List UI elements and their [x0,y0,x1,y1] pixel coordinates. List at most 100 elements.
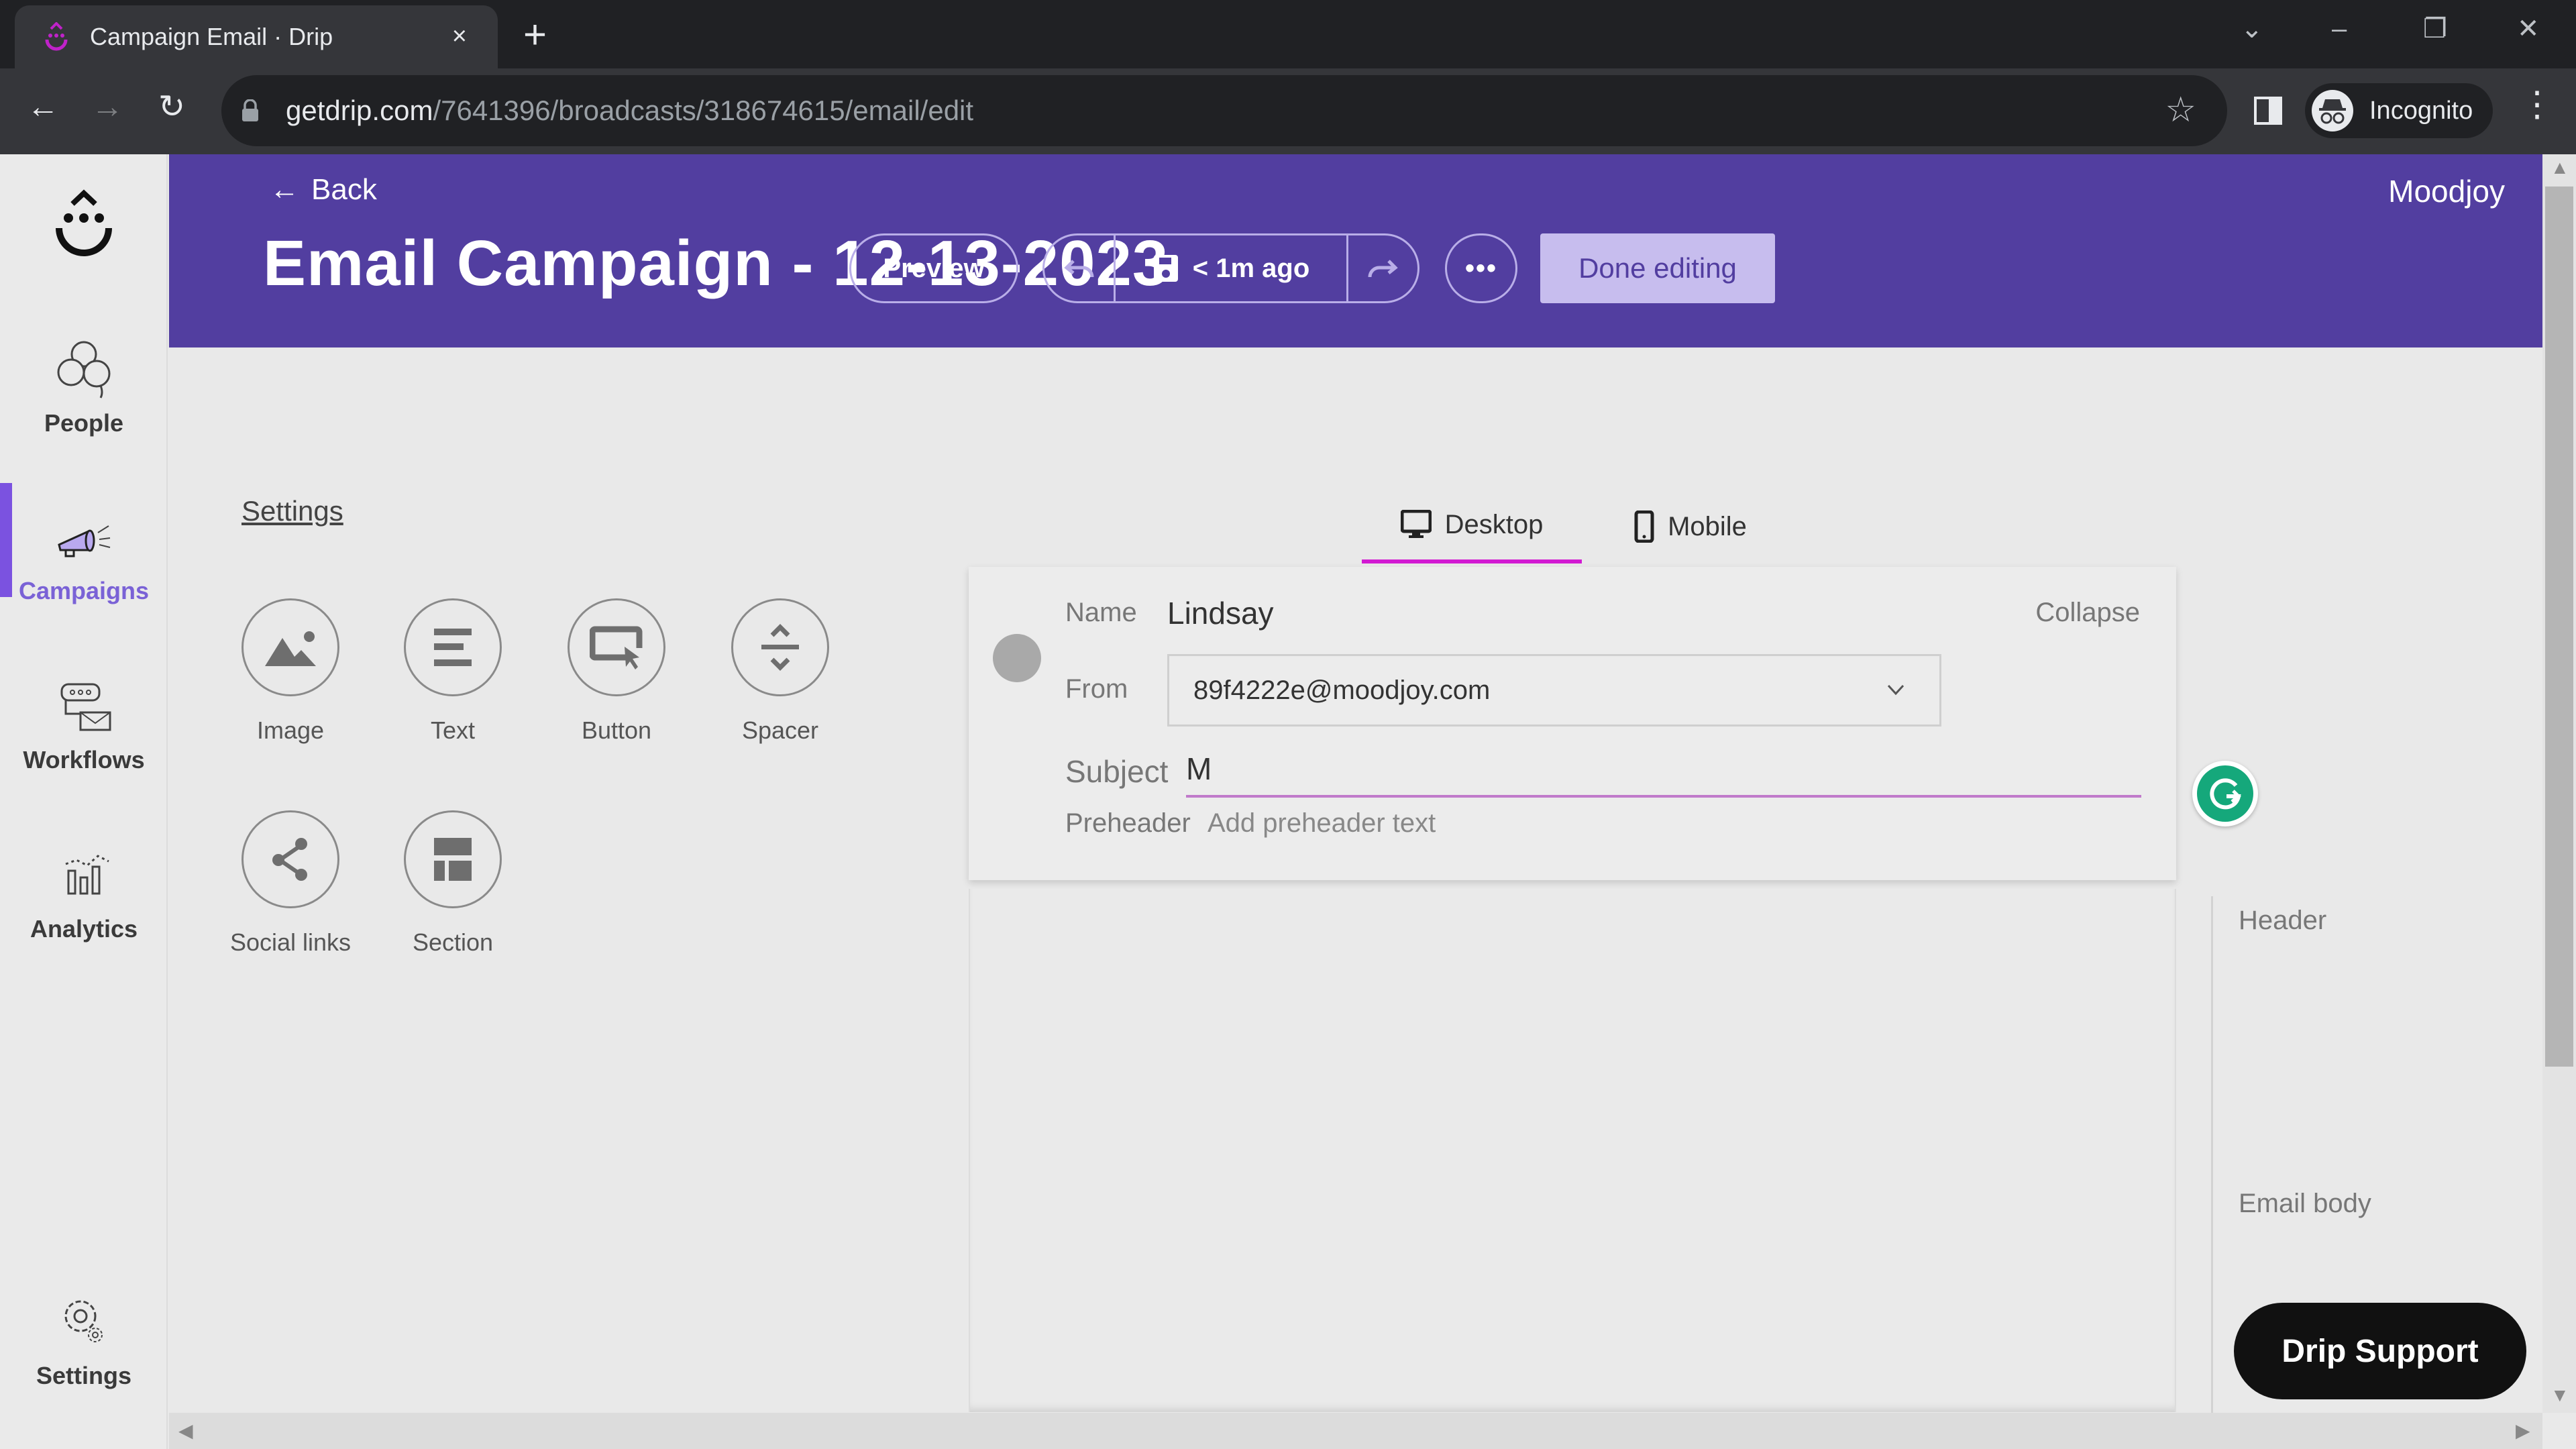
outline-item-header[interactable]: Header [2239,906,2326,936]
scroll-left-icon[interactable]: ◀ [178,1419,193,1442]
preheader-label: Preheader [1065,808,1191,838]
outline-item-email-body[interactable]: Email body [2239,1189,2371,1219]
mobile-icon [1634,511,1654,543]
horizontal-scrollbar[interactable]: ◀ ▶ [169,1413,2542,1449]
subject-input[interactable] [1186,743,2141,798]
grammarly-button[interactable] [2192,761,2258,826]
more-options-button[interactable]: ••• [1445,233,1517,303]
incognito-icon [2312,90,2353,131]
grammarly-icon [2210,778,2241,810]
sidebar-item-campaigns[interactable]: Campaigns [0,503,168,605]
sidebar-item-label: People [44,409,124,437]
undo-icon [1063,260,1094,278]
sidebar-active-indicator [0,483,12,597]
sidebar-item-label: Campaigns [18,577,150,604]
browser-tab[interactable]: Campaign Email · Drip × [15,5,498,68]
element-label: Text [430,716,476,744]
account-name[interactable]: Moodjoy [2388,173,2505,209]
sender-name-value[interactable]: Lindsay [1167,595,1274,631]
email-canvas[interactable] [969,889,2176,1412]
tab-search-icon[interactable]: ⌄ [2241,12,2263,46]
tab-label: Mobile [1668,511,1747,541]
side-panel-icon[interactable] [2253,95,2284,126]
button-icon [590,626,643,669]
back-link[interactable]: ← Back [270,173,377,207]
scroll-up-icon[interactable]: ▲ [2551,157,2569,178]
vertical-scrollbar-thumb[interactable] [2545,186,2573,1067]
element-label: Button [581,716,652,744]
history-button-group: < 1m ago [1042,233,1419,303]
element-text[interactable]: Text [402,598,503,745]
bookmark-star-icon[interactable]: ☆ [2165,91,2196,129]
element-label: Section [412,928,494,956]
chevron-down-icon [1887,684,1904,696]
undo-button[interactable] [1044,235,1114,301]
drip-support-button[interactable]: Drip Support [2234,1303,2526,1399]
name-label: Name [1065,598,1137,627]
megaphone-icon [58,525,111,557]
tab-label: Desktop [1444,509,1544,539]
back-label: Back [311,173,377,206]
page-header: ← Back Email Campaign - 12-13-2023 Moodj… [169,154,2542,347]
sidebar-item-settings[interactable]: Settings [0,1288,168,1390]
element-label: Spacer [741,716,819,744]
image-icon [265,631,316,666]
element-label: Image [256,716,325,744]
element-image[interactable]: Image [240,598,341,745]
back-nav-button[interactable]: ← [21,87,64,127]
app-sidebar: People Campaigns Workflows Analytics Set… [0,154,168,1449]
share-icon [272,838,307,881]
minimize-button[interactable]: – [2332,12,2347,46]
sidebar-item-people[interactable]: People [0,335,168,437]
element-spacer[interactable]: Spacer [730,598,830,745]
people-icon [57,341,111,398]
desktop-icon [1400,510,1432,538]
workflow-icon [60,683,111,731]
subject-label: Subject [1065,754,1169,789]
save-status-button[interactable]: < 1m ago [1114,235,1348,301]
email-envelope-card: Name Lindsay Collapse From 89f4222e@mood… [969,567,2176,880]
from-label: From [1065,674,1128,704]
spacer-icon [761,624,799,671]
page-title: Email Campaign - 12-13-2023 [263,227,1169,299]
incognito-label: Incognito [2369,96,2473,125]
element-label: Social links [229,928,352,956]
sidebar-item-analytics[interactable]: Analytics [0,841,168,943]
email-settings-link[interactable]: Settings [241,495,343,527]
sender-avatar [993,634,1041,682]
reload-button[interactable]: ↻ [150,87,193,127]
lock-icon [241,99,259,122]
close-tab-icon[interactable]: × [452,23,467,50]
new-tab-button[interactable]: + [523,15,547,55]
done-editing-button[interactable]: Done editing [1540,233,1775,303]
drip-logo-icon[interactable] [54,188,114,262]
sidebar-item-workflows[interactable]: Workflows [0,672,168,774]
browser-menu-icon[interactable]: ⋮ [2520,85,2555,125]
address-bar[interactable]: getdrip.com/7641396/broadcasts/318674615… [221,75,2227,146]
browser-tab-strip: Campaign Email · Drip × + ⌄ – ❐ ✕ [0,0,2576,68]
text-icon [434,629,472,666]
from-select[interactable]: 89f4222e@moodjoy.com [1167,654,1941,727]
tab-desktop[interactable]: Desktop [1362,490,1582,564]
sidebar-item-label: Settings [36,1362,131,1389]
scroll-right-icon[interactable]: ▶ [2516,1419,2530,1442]
restore-button[interactable]: ❐ [2423,12,2447,46]
preview-button[interactable]: Preview [849,233,1018,303]
redo-button[interactable] [1348,235,1417,301]
scroll-down-icon[interactable]: ▼ [2551,1385,2569,1406]
element-social-links[interactable]: Social links [230,810,351,957]
forward-nav-button[interactable]: → [86,87,129,127]
element-section[interactable]: Section [402,810,503,957]
from-select-value: 89f4222e@moodjoy.com [1193,675,1491,705]
save-status-text: < 1m ago [1192,253,1310,283]
element-button[interactable]: Button [566,598,667,745]
arrow-left-icon: ← [270,173,299,206]
sidebar-item-label: Workflows [23,746,145,773]
tab-mobile[interactable]: Mobile [1610,490,1771,564]
window-close-button[interactable]: ✕ [2517,12,2540,46]
redo-icon [1368,260,1399,278]
collapse-button[interactable]: Collapse [2035,598,2140,628]
sidebar-item-label: Analytics [30,915,138,943]
preheader-input[interactable]: Add preheader text [1208,808,1436,839]
incognito-profile-button[interactable]: Incognito [2305,83,2493,138]
